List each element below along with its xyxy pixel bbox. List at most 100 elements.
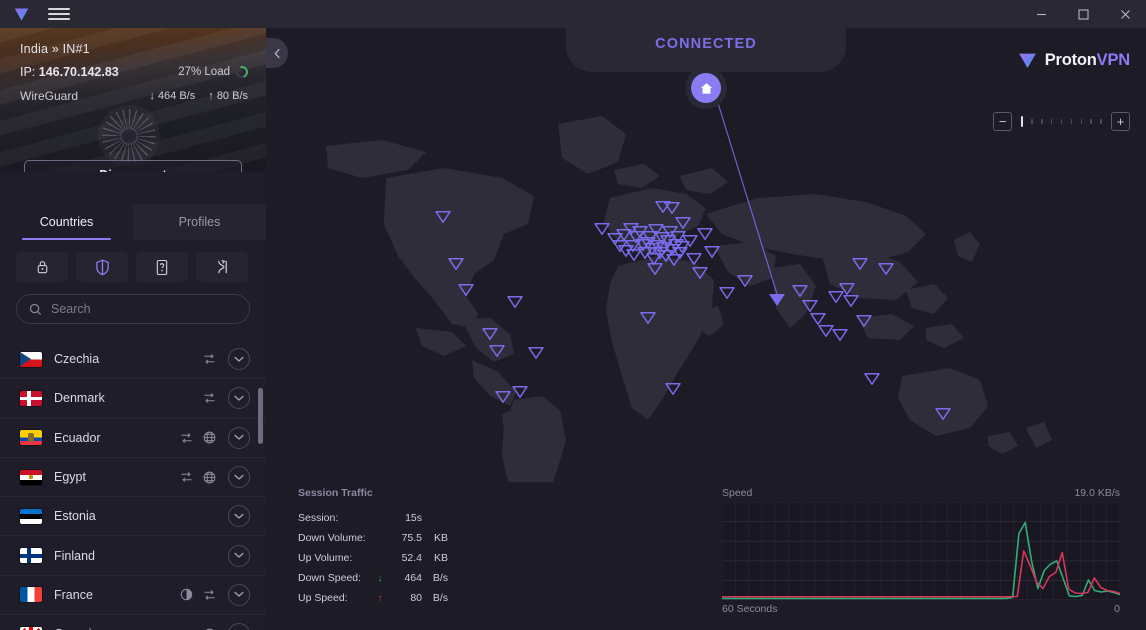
country-expand-button[interactable] — [228, 545, 250, 567]
speed-chart-block: Speed 19.0 KB/s 60 Seconds 0 — [456, 484, 1146, 502]
chart-title: Speed — [722, 487, 752, 499]
chevron-down-icon — [234, 474, 244, 481]
country-row[interactable]: Estonia — [0, 497, 266, 536]
country-name: Czechia — [54, 352, 191, 366]
zoom-out-button[interactable]: − — [993, 112, 1012, 131]
country-row[interactable]: Ecuador — [0, 419, 266, 458]
zoom-tick[interactable] — [1090, 119, 1092, 124]
p2p-icon[interactable] — [203, 353, 216, 365]
netshield-shield-icon[interactable] — [76, 252, 128, 282]
zoom-in-button[interactable]: + — [1111, 112, 1130, 131]
brand-name: Proton — [1045, 51, 1097, 69]
stat-label: Session: — [298, 512, 372, 524]
close-icon[interactable] — [1104, 0, 1146, 28]
flag-icon-cz — [20, 352, 42, 367]
load-ring-icon — [234, 64, 250, 80]
home-location-marker[interactable] — [691, 73, 721, 103]
country-row[interactable]: Denmark — [0, 379, 266, 418]
stat-unit: B/s — [422, 572, 448, 584]
p2p-icon[interactable] — [180, 471, 193, 483]
country-expand-button[interactable] — [228, 387, 250, 409]
country-row[interactable]: France — [0, 576, 266, 615]
p2p-icon[interactable] — [203, 589, 216, 601]
country-name: Egypt — [54, 470, 168, 484]
upload-speed-indicator: ↑ 80 B/s — [208, 90, 248, 102]
stat-value: 464 — [388, 572, 422, 584]
scrollbar-thumb[interactable] — [258, 388, 263, 444]
tor-icon[interactable] — [136, 252, 188, 282]
tor-icon[interactable] — [203, 471, 216, 484]
upload-speed-value: 80 B/s — [217, 90, 248, 102]
server-marker[interactable] — [833, 330, 847, 341]
download-arrow-icon: ↓ — [149, 90, 155, 102]
country-feature-icons — [180, 431, 216, 444]
search-box[interactable] — [16, 294, 250, 324]
country-row[interactable]: Czechia — [0, 340, 266, 379]
map-zoom-control[interactable]: − + — [993, 112, 1130, 131]
server-marker[interactable] — [819, 326, 833, 337]
server-marker[interactable] — [508, 297, 522, 308]
stat-arrow-icon: ↑ — [372, 593, 388, 604]
p2p-icon[interactable] — [196, 252, 248, 282]
speed-chart — [722, 502, 1120, 600]
statistics-panel: Session Traffic Session:15sDown Volume:7… — [266, 482, 1146, 630]
country-feature-icons — [203, 353, 216, 365]
country-name: Finland — [54, 549, 204, 563]
stat-label: Down Volume: — [298, 532, 372, 544]
tab-profiles[interactable]: Profiles — [133, 204, 266, 240]
country-expand-button[interactable] — [228, 348, 250, 370]
zoom-slider[interactable] — [1017, 116, 1106, 127]
zoom-tick[interactable] — [1081, 119, 1083, 124]
connected-status-label: CONNECTED — [655, 36, 757, 52]
country-expand-button[interactable] — [228, 466, 250, 488]
country-list-scrollbar[interactable] — [258, 340, 263, 630]
secure-core-icon[interactable] — [180, 588, 193, 601]
hamburger-menu-icon[interactable] — [48, 3, 70, 25]
disconnect-button[interactable]: Disconnect — [24, 160, 242, 172]
chevron-down-icon — [234, 434, 244, 441]
country-row[interactable]: Egypt — [0, 458, 266, 497]
minimize-icon[interactable] — [1020, 0, 1062, 28]
download-speed-indicator: ↓ 464 B/s — [149, 90, 195, 102]
server-marker[interactable] — [865, 374, 879, 385]
proton-logo-icon — [1017, 50, 1038, 71]
tor-icon[interactable] — [203, 431, 216, 444]
country-row[interactable]: Georgia — [0, 615, 266, 630]
chart-y-max-label: 19.0 KB/s — [1074, 487, 1120, 499]
upload-arrow-icon: ↑ — [208, 90, 214, 102]
server-marker[interactable] — [811, 314, 825, 325]
zoom-tick[interactable] — [1071, 119, 1073, 124]
flag-icon-fr — [20, 587, 42, 602]
country-row[interactable]: Finland — [0, 536, 266, 575]
server-marker[interactable] — [720, 288, 734, 299]
p2p-icon[interactable] — [180, 432, 193, 444]
search-icon — [29, 303, 42, 316]
zoom-tick[interactable] — [1021, 116, 1023, 127]
session-traffic-block: Session Traffic Session:15sDown Volume:7… — [298, 487, 448, 608]
stat-unit: B/s — [422, 592, 448, 604]
country-list[interactable]: Czechia DenmarkEcuador Egypt Estonia Finland… — [0, 340, 266, 630]
country-expand-button[interactable] — [228, 505, 250, 527]
secure-core-icon[interactable] — [16, 252, 68, 282]
zoom-tick[interactable] — [1051, 119, 1053, 124]
zoom-tick[interactable] — [1031, 119, 1033, 124]
stat-label: Up Volume: — [298, 552, 372, 564]
zoom-tick[interactable] — [1100, 119, 1102, 124]
p2p-icon[interactable] — [203, 392, 216, 404]
session-traffic-title: Session Traffic — [298, 487, 448, 499]
country-expand-button[interactable] — [228, 584, 250, 606]
server-marker[interactable] — [529, 348, 543, 359]
server-marker[interactable] — [829, 292, 843, 303]
country-expand-button[interactable] — [228, 427, 250, 449]
stat-row: Session:15s — [298, 508, 448, 528]
zoom-tick[interactable] — [1041, 119, 1043, 124]
zoom-tick[interactable] — [1061, 119, 1063, 124]
search-input[interactable] — [51, 302, 237, 316]
server-marker[interactable] — [698, 229, 712, 240]
country-expand-button[interactable] — [228, 623, 250, 630]
server-marker[interactable] — [844, 296, 858, 307]
stat-row: Down Speed:↓464B/s — [298, 568, 448, 588]
tab-countries[interactable]: Countries — [0, 204, 133, 240]
maximize-icon[interactable] — [1062, 0, 1104, 28]
india-chakra-icon — [98, 105, 160, 167]
